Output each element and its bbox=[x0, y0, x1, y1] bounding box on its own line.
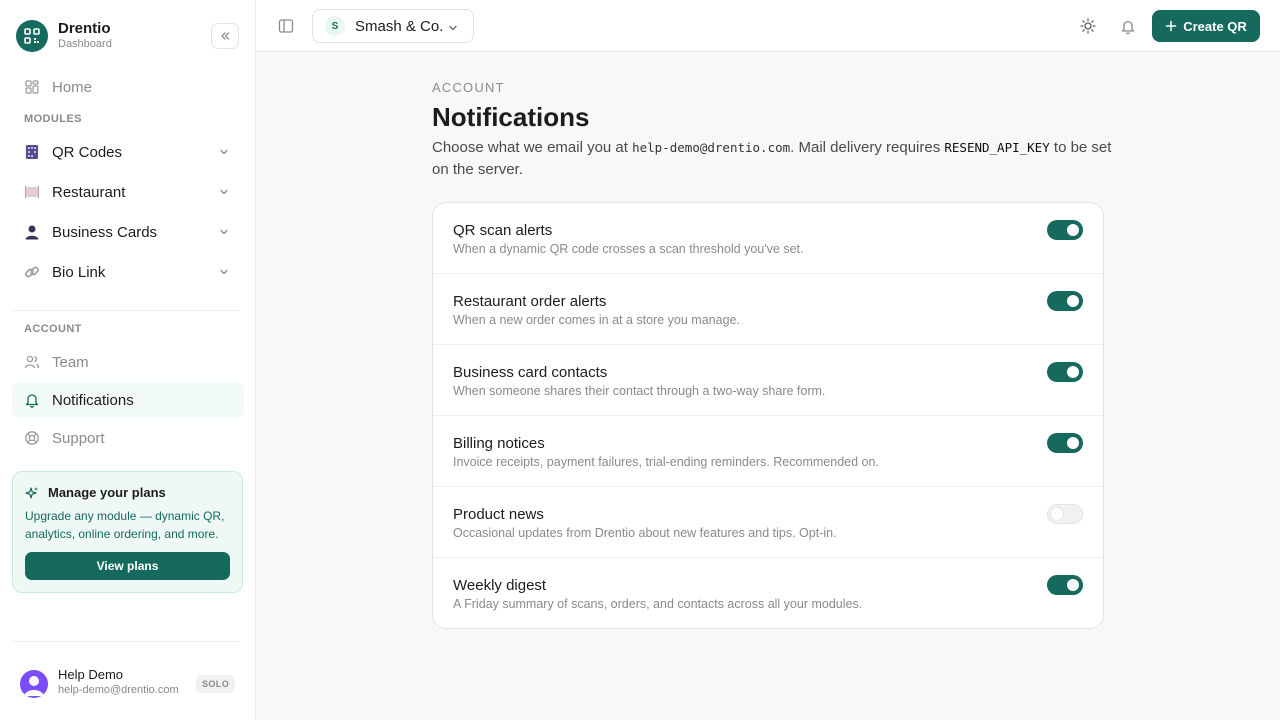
sidebar-item-label: Home bbox=[52, 78, 93, 96]
plan-badge: SOLO bbox=[196, 675, 236, 693]
sidebar-item-label: Restaurant bbox=[52, 183, 126, 201]
sidebar-item-label: Support bbox=[52, 429, 105, 447]
setting-title: QR scan alerts bbox=[453, 222, 553, 239]
product-news-toggle[interactable] bbox=[1047, 504, 1083, 524]
setting-title: Restaurant order alerts bbox=[453, 293, 607, 310]
plan-card-description: Upgrade any module — dynamic QR, analyti… bbox=[25, 509, 225, 541]
avatar bbox=[20, 670, 48, 698]
business-cards-icon bbox=[24, 224, 40, 240]
brand[interactable]: Drentio Dashboard bbox=[16, 20, 112, 52]
toggle-knob bbox=[1067, 366, 1079, 378]
link-icon bbox=[24, 264, 40, 280]
team-icon bbox=[24, 354, 40, 370]
chevron-down-icon bbox=[220, 269, 228, 275]
user-profile[interactable]: Help Demo help-demo@drentio.com SOLO bbox=[20, 664, 240, 704]
modules-heading: MODULES bbox=[24, 113, 82, 125]
collapse-sidebar-button[interactable] bbox=[211, 23, 239, 49]
setting-row-product-news: Product news Occasional updates from Dre… bbox=[433, 487, 1103, 558]
brand-logo-icon bbox=[16, 20, 48, 52]
account-email: help-demo@drentio.com bbox=[632, 140, 791, 155]
chevrons-left-icon bbox=[221, 32, 230, 40]
sidebar-item-qr-codes[interactable]: QR Codes bbox=[12, 134, 244, 170]
plus-icon bbox=[1165, 20, 1177, 32]
grid-icon bbox=[24, 79, 40, 95]
account-heading: ACCOUNT bbox=[24, 323, 82, 335]
toggle-knob bbox=[1067, 295, 1079, 307]
sidebar-item-label: Team bbox=[52, 353, 89, 371]
setting-description: When someone shares their contact throug… bbox=[453, 384, 826, 398]
sidebar-item-business-cards[interactable]: Business Cards bbox=[12, 214, 244, 250]
plan-card-title: Manage your plans bbox=[25, 485, 166, 500]
setting-description: Occasional updates from Drentio about ne… bbox=[453, 526, 837, 540]
setting-title: Weekly digest bbox=[453, 577, 547, 594]
panel-left-icon bbox=[278, 19, 294, 33]
organization-switcher[interactable]: S Smash & Co. bbox=[312, 9, 474, 43]
toggle-knob bbox=[1067, 579, 1079, 591]
sidebar-item-notifications[interactable]: Notifications bbox=[12, 382, 244, 418]
user-name: Help Demo bbox=[58, 667, 124, 682]
sidebar: Drentio Dashboard Home MODULES QR Codes … bbox=[0, 0, 256, 720]
setting-description: When a new order comes in at a store you… bbox=[453, 313, 740, 327]
setting-row-weekly-digest: Weekly digest A Friday summary of scans,… bbox=[433, 558, 1103, 629]
brand-subtitle: Dashboard bbox=[58, 38, 112, 50]
env-var-name: RESEND_API_KEY bbox=[944, 140, 1050, 155]
sidebar-item-support[interactable]: Support bbox=[12, 420, 244, 456]
setting-row-restaurant-order-alerts: Restaurant order alerts When a new order… bbox=[433, 274, 1103, 345]
qr-scan-alerts-toggle[interactable] bbox=[1047, 220, 1083, 240]
setting-title: Product news bbox=[453, 506, 544, 523]
sidebar-item-restaurant[interactable]: Restaurant bbox=[12, 174, 244, 210]
plan-card: Manage your plans Upgrade any module — d… bbox=[12, 471, 243, 593]
page-eyebrow: ACCOUNT bbox=[432, 80, 505, 95]
brand-name: Drentio bbox=[58, 20, 111, 37]
sidebar-item-home[interactable]: Home bbox=[12, 69, 244, 105]
toggle-sidebar-button[interactable] bbox=[278, 18, 294, 39]
weekly-digest-toggle[interactable] bbox=[1047, 575, 1083, 595]
create-qr-button[interactable]: Create QR bbox=[1152, 10, 1260, 42]
sidebar-item-label: Business Cards bbox=[52, 223, 158, 241]
toggle-knob bbox=[1067, 224, 1079, 236]
setting-description: When a dynamic QR code crosses a scan th… bbox=[453, 242, 804, 256]
setting-row-billing-notices: Billing notices Invoice receipts, paymen… bbox=[433, 416, 1103, 487]
setting-title: Business card contacts bbox=[453, 364, 608, 381]
sidebar-item-label: QR Codes bbox=[52, 143, 123, 161]
chevron-down-icon bbox=[449, 25, 457, 31]
page-description: Choose what we email you at help-demo@dr… bbox=[432, 139, 1112, 178]
sidebar-item-label: Bio Link bbox=[52, 263, 106, 281]
toggle-knob bbox=[1051, 508, 1063, 520]
sun-icon bbox=[1080, 18, 1096, 34]
sidebar-item-bio-link[interactable]: Bio Link bbox=[12, 254, 244, 290]
setting-title: Billing notices bbox=[453, 435, 545, 452]
view-plans-button[interactable]: View plans bbox=[25, 552, 230, 580]
setting-row-business-card-contacts: Business card contacts When someone shar… bbox=[433, 345, 1103, 416]
user-email: help-demo@drentio.com bbox=[58, 684, 179, 696]
sidebar-divider bbox=[12, 310, 240, 311]
sidebar-item-team[interactable]: Team bbox=[12, 344, 244, 380]
page-title: Notifications bbox=[432, 102, 590, 132]
chevron-down-icon bbox=[220, 149, 228, 155]
qr-codes-icon bbox=[24, 144, 40, 160]
notification-settings-card: QR scan alerts When a dynamic QR code cr… bbox=[432, 202, 1104, 629]
setting-description: A Friday summary of scans, orders, and c… bbox=[453, 597, 863, 611]
theme-toggle-button[interactable] bbox=[1080, 18, 1096, 39]
business-card-contacts-toggle[interactable] bbox=[1047, 362, 1083, 382]
toggle-knob bbox=[1067, 437, 1079, 449]
setting-description: Invoice receipts, payment failures, tria… bbox=[453, 455, 879, 469]
org-avatar: S bbox=[325, 16, 345, 36]
restaurant-icon bbox=[24, 184, 40, 200]
bell-icon bbox=[1121, 20, 1135, 35]
notifications-button[interactable] bbox=[1120, 18, 1136, 39]
billing-notices-toggle[interactable] bbox=[1047, 433, 1083, 453]
chevron-down-icon bbox=[220, 189, 228, 195]
topbar: S Smash & Co. Create QR bbox=[256, 0, 1280, 52]
setting-row-qr-scan-alerts: QR scan alerts When a dynamic QR code cr… bbox=[433, 203, 1103, 274]
sidebar-item-label: Notifications bbox=[52, 391, 134, 409]
sparkles-icon bbox=[25, 486, 38, 499]
org-name: Smash & Co. bbox=[355, 17, 444, 35]
restaurant-order-alerts-toggle[interactable] bbox=[1047, 291, 1083, 311]
sidebar-divider bbox=[12, 641, 240, 642]
chevron-down-icon bbox=[220, 229, 228, 235]
lifebuoy-icon bbox=[24, 430, 40, 446]
bell-icon bbox=[24, 392, 40, 408]
